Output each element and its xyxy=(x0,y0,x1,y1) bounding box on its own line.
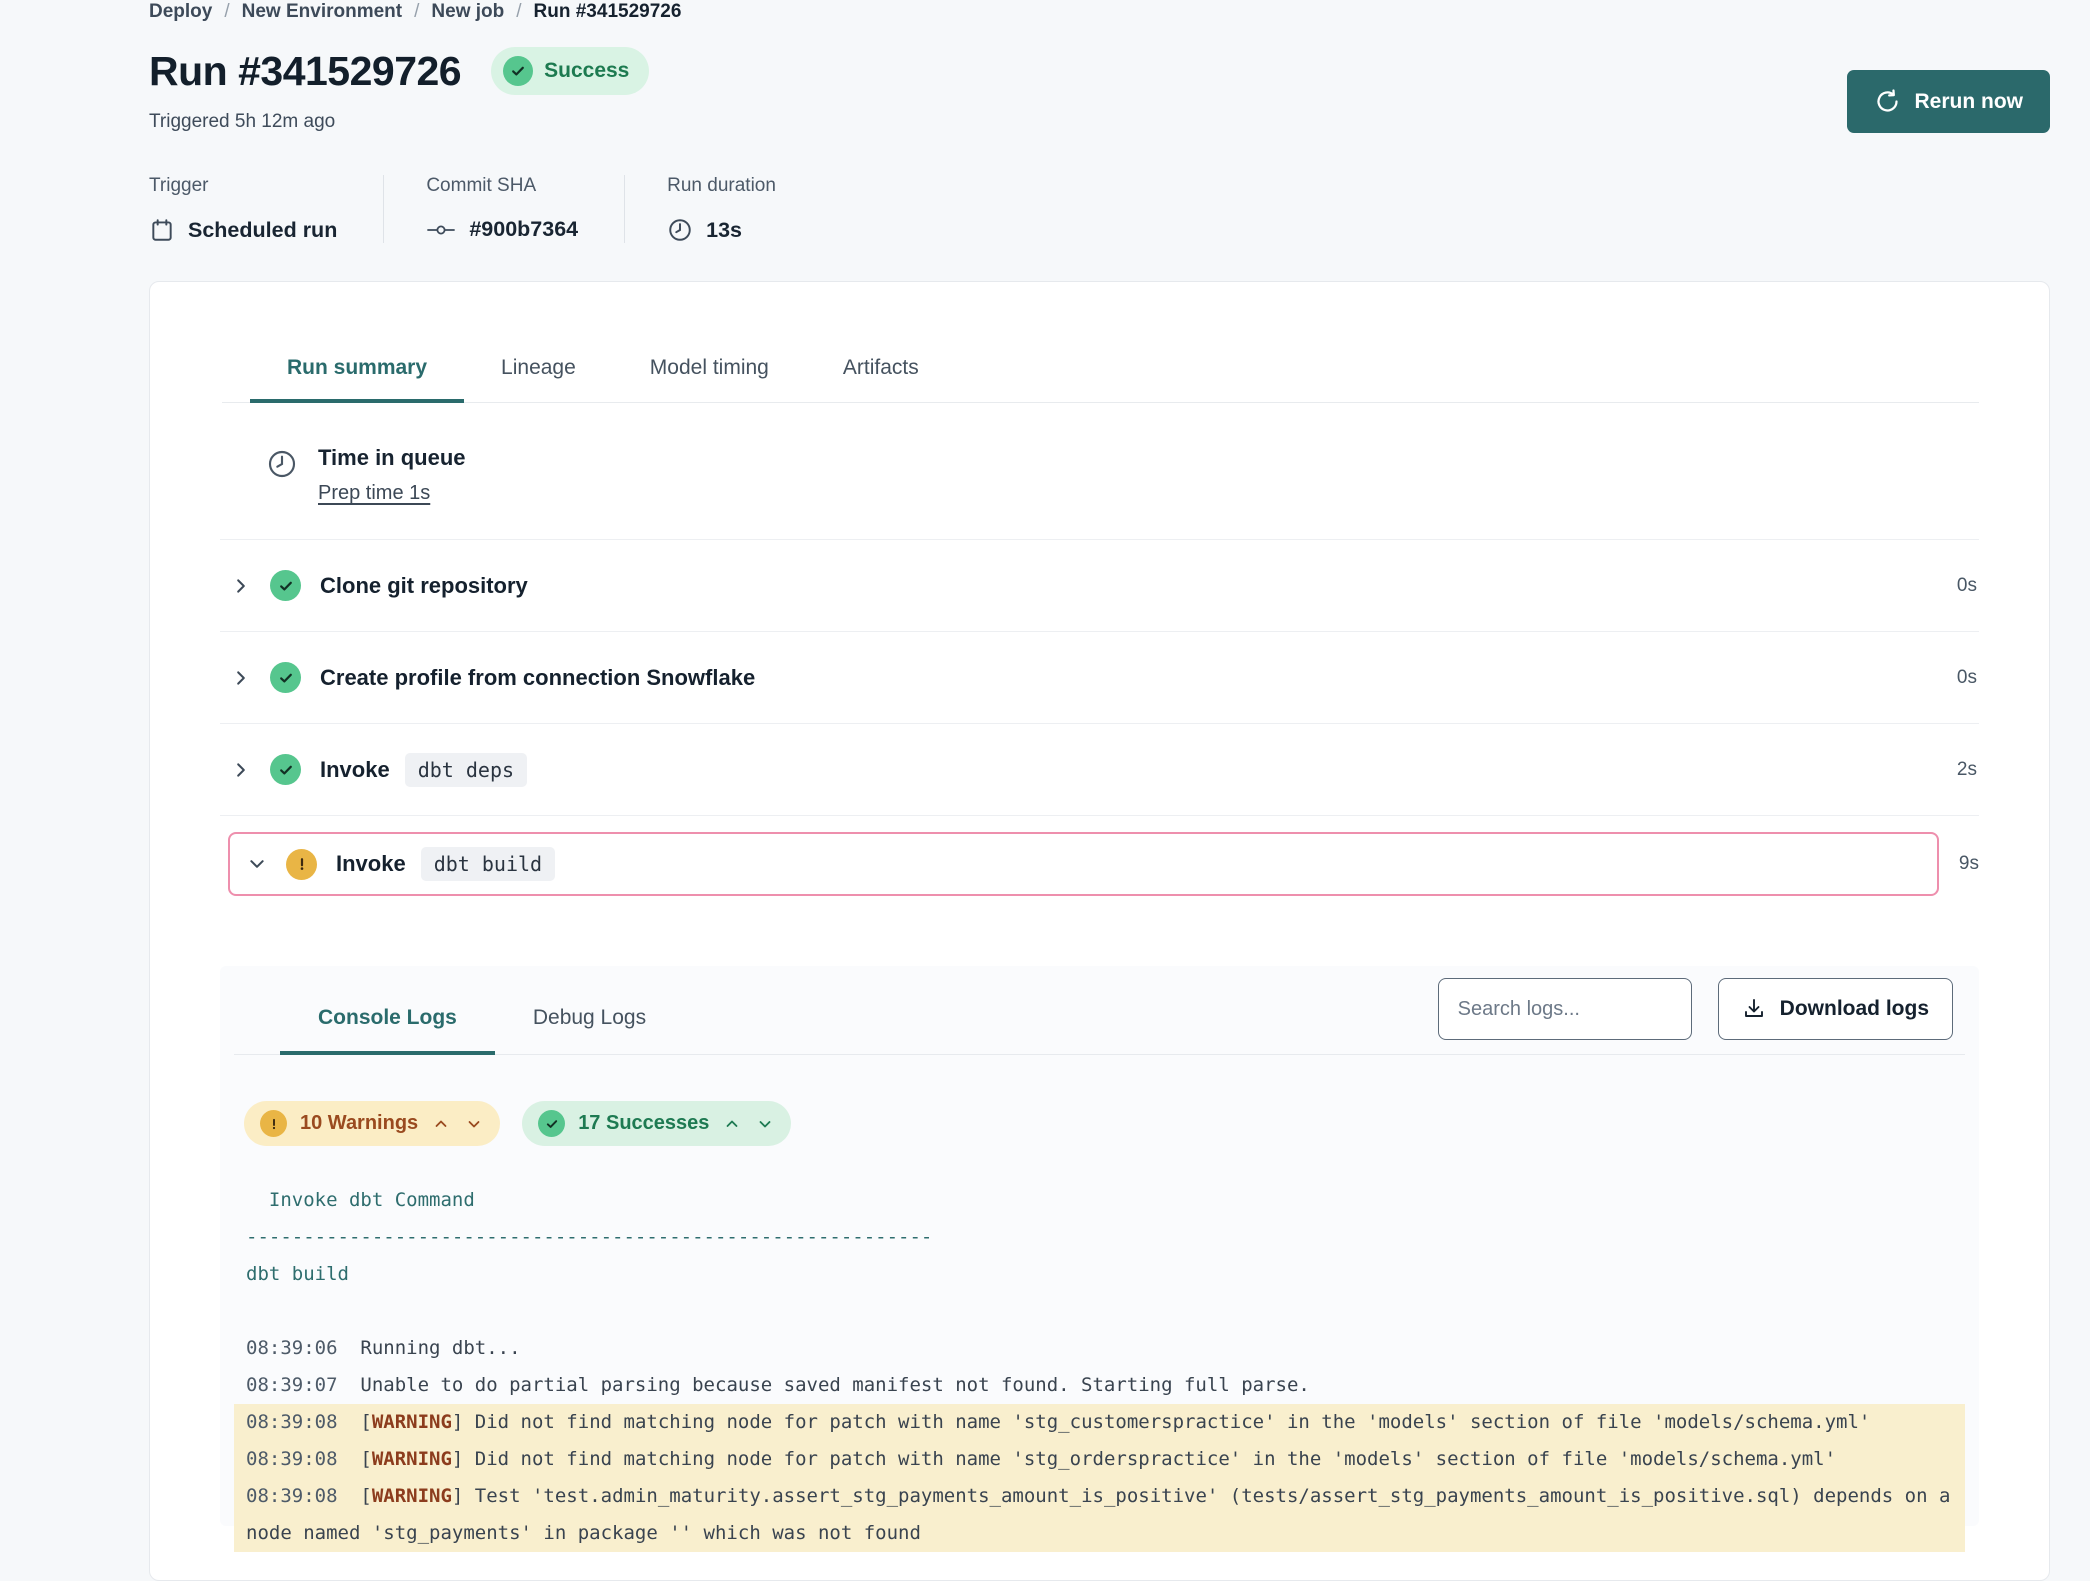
trigger-value: Scheduled run xyxy=(188,218,337,243)
commit-sha-value[interactable]: #900b7364 xyxy=(469,217,578,242)
status-badge: Success xyxy=(491,47,649,95)
run-duration-label: Run duration xyxy=(667,175,776,197)
commit-icon xyxy=(426,219,456,241)
log-line: 08:39:07 Unable to do partial parsing be… xyxy=(234,1367,1965,1404)
step-title: Invoke xyxy=(320,757,390,783)
time-in-queue-row: Time in queue Prep time 1s xyxy=(220,403,1979,540)
step-duration: 0s xyxy=(1957,575,1977,597)
warnings-badge[interactable]: 10 Warnings xyxy=(244,1101,500,1146)
success-check-icon xyxy=(270,570,301,601)
chevron-down-icon[interactable] xyxy=(464,1114,484,1134)
chevron-right-icon[interactable] xyxy=(228,761,254,779)
clock-icon xyxy=(667,217,693,243)
chevron-down-icon[interactable] xyxy=(244,855,270,873)
clock-icon xyxy=(266,445,298,505)
prep-time-link[interactable]: Prep time 1s xyxy=(318,482,430,505)
download-logs-label: Download logs xyxy=(1780,997,1929,1021)
breadcrumb-current-run: Run #341529726 xyxy=(534,1,682,23)
successes-count-label: 17 Successes xyxy=(578,1112,709,1135)
breadcrumb-separator: / xyxy=(414,1,419,23)
page-title: Run #341529726 xyxy=(149,48,461,95)
step-command-chip: dbt build xyxy=(421,847,555,881)
log-summary-badges: 10 Warnings 17 Successes xyxy=(244,1101,1965,1146)
warning-icon xyxy=(286,849,317,880)
step-row-dbt-deps[interactable]: Invoke dbt deps 2s xyxy=(220,724,1979,816)
chevron-down-icon[interactable] xyxy=(755,1114,775,1134)
run-duration-value: 13s xyxy=(706,218,742,243)
log-line: dbt build xyxy=(234,1256,1965,1293)
tab-run-summary[interactable]: Run summary xyxy=(250,344,464,402)
rerun-now-button[interactable]: Rerun now xyxy=(1847,70,2051,133)
rerun-now-label: Rerun now xyxy=(1915,90,2024,114)
step-warning-outline[interactable]: Invoke dbt build xyxy=(228,832,1939,896)
tab-model-timing[interactable]: Model timing xyxy=(613,344,806,402)
run-meta-row: Trigger Scheduled run Commit SHA #900b73… xyxy=(149,175,2050,243)
step-title: Invoke xyxy=(336,851,406,877)
search-logs-input[interactable] xyxy=(1438,978,1692,1040)
page-content: Deploy / New Environment / New job / Run… xyxy=(149,0,2050,1581)
download-logs-button[interactable]: Download logs xyxy=(1718,978,1953,1040)
chevron-right-icon[interactable] xyxy=(228,669,254,687)
time-in-queue-title: Time in queue xyxy=(318,445,466,471)
meta-trigger: Trigger Scheduled run xyxy=(149,175,383,243)
success-check-icon xyxy=(538,1110,565,1137)
step-row-create-profile[interactable]: Create profile from connection Snowflake… xyxy=(220,632,1979,724)
run-tabs: Run summary Lineage Model timing Artifac… xyxy=(222,344,1979,403)
download-icon xyxy=(1742,997,1766,1021)
success-check-icon xyxy=(270,754,301,785)
chevron-up-icon[interactable] xyxy=(722,1114,742,1134)
tab-artifacts[interactable]: Artifacts xyxy=(806,344,956,402)
tab-console-logs[interactable]: Console Logs xyxy=(280,988,495,1054)
meta-commit-sha: Commit SHA #900b7364 xyxy=(383,175,624,243)
run-summary-card: Run summary Lineage Model timing Artifac… xyxy=(149,281,2050,1581)
log-line: 08:39:06 Running dbt... xyxy=(234,1330,1965,1367)
title-row: Run #341529726 Success xyxy=(149,47,2050,95)
breadcrumb: Deploy / New Environment / New job / Run… xyxy=(149,0,2050,23)
console-log-output[interactable]: Invoke dbt Command----------------------… xyxy=(234,1182,1965,1552)
step-row-dbt-build[interactable]: Invoke dbt build 9s xyxy=(220,816,1979,912)
warning-icon xyxy=(260,1110,287,1137)
breadcrumb-separator: / xyxy=(224,1,229,23)
log-line xyxy=(234,1293,1965,1330)
step-duration: 0s xyxy=(1957,667,1977,689)
trigger-label: Trigger xyxy=(149,175,337,197)
meta-run-duration: Run duration 13s xyxy=(624,175,822,243)
triggered-text: Triggered 5h 12m ago xyxy=(149,111,2050,133)
refresh-icon xyxy=(1874,88,1901,115)
breadcrumb-deploy[interactable]: Deploy xyxy=(149,1,212,23)
step-row-clone-git[interactable]: Clone git repository 0s xyxy=(220,540,1979,632)
log-line: Invoke dbt Command xyxy=(234,1182,1965,1219)
log-line: 08:39:08 [WARNING] Test 'test.admin_matu… xyxy=(234,1478,1965,1552)
commit-sha-label: Commit SHA xyxy=(426,175,578,197)
breadcrumb-new-job[interactable]: New job xyxy=(431,1,504,23)
calendar-icon xyxy=(149,217,175,243)
breadcrumb-separator: / xyxy=(516,1,521,23)
console-panel: Console Logs Debug Logs Download logs xyxy=(220,966,1979,1526)
step-command-chip: dbt deps xyxy=(405,753,527,787)
breadcrumb-new-environment[interactable]: New Environment xyxy=(242,1,402,23)
log-line: 08:39:08 [WARNING] Did not find matching… xyxy=(234,1404,1965,1441)
step-title: Clone git repository xyxy=(320,573,528,599)
chevron-up-icon[interactable] xyxy=(431,1114,451,1134)
log-line: ----------------------------------------… xyxy=(234,1219,1965,1256)
success-check-icon xyxy=(503,56,533,86)
tab-lineage[interactable]: Lineage xyxy=(464,344,613,402)
console-header: Console Logs Debug Logs Download logs xyxy=(234,966,1965,1055)
success-check-icon xyxy=(270,662,301,693)
warnings-count-label: 10 Warnings xyxy=(300,1112,418,1135)
step-title: Create profile from connection Snowflake xyxy=(320,665,755,691)
log-line: 08:39:08 [WARNING] Did not find matching… xyxy=(234,1441,1965,1478)
step-duration: 9s xyxy=(1959,853,1979,875)
successes-badge[interactable]: 17 Successes xyxy=(522,1101,791,1146)
tab-debug-logs[interactable]: Debug Logs xyxy=(495,988,684,1054)
chevron-right-icon[interactable] xyxy=(228,577,254,595)
step-duration: 2s xyxy=(1957,759,1977,781)
status-badge-label: Success xyxy=(544,59,629,83)
